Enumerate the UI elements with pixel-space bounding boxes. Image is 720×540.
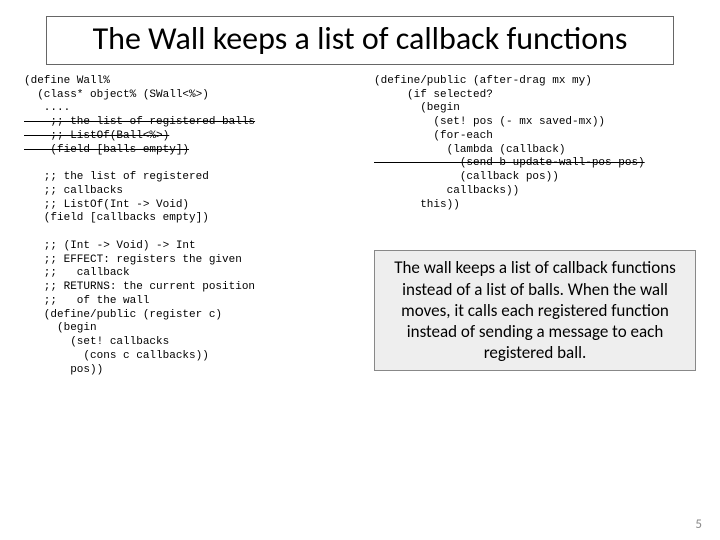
code-right-strike: (send b update-wall-pos pos) <box>374 157 645 169</box>
slide-title: The Wall keeps a list of callback functi… <box>57 21 663 58</box>
code-left-strike: ;; the list of registered balls ;; ListO… <box>24 116 255 156</box>
code-left-top: (define Wall% (class* object% (SWall<%>)… <box>24 75 209 115</box>
code-left: (define Wall% (class* object% (SWall<%>)… <box>24 75 346 378</box>
code-right-bottom: (callback pos)) callbacks)) this)) <box>374 171 559 211</box>
explain-text: The wall keeps a list of callback functi… <box>394 257 676 363</box>
explain-box: The wall keeps a list of callback functi… <box>374 250 696 370</box>
page-number: 5 <box>695 517 702 532</box>
slide: The Wall keeps a list of callback functi… <box>0 0 720 540</box>
code-right-top: (define/public (after-drag mx my) (if se… <box>374 75 605 156</box>
content-row: (define Wall% (class* object% (SWall<%>)… <box>24 75 696 378</box>
code-right: (define/public (after-drag mx my) (if se… <box>374 75 696 213</box>
code-left-mid: ;; the list of registered ;; callbacks ;… <box>24 171 255 376</box>
title-box: The Wall keeps a list of callback functi… <box>46 16 674 65</box>
right-column: (define/public (after-drag mx my) (if se… <box>374 75 696 378</box>
left-column: (define Wall% (class* object% (SWall<%>)… <box>24 75 346 378</box>
